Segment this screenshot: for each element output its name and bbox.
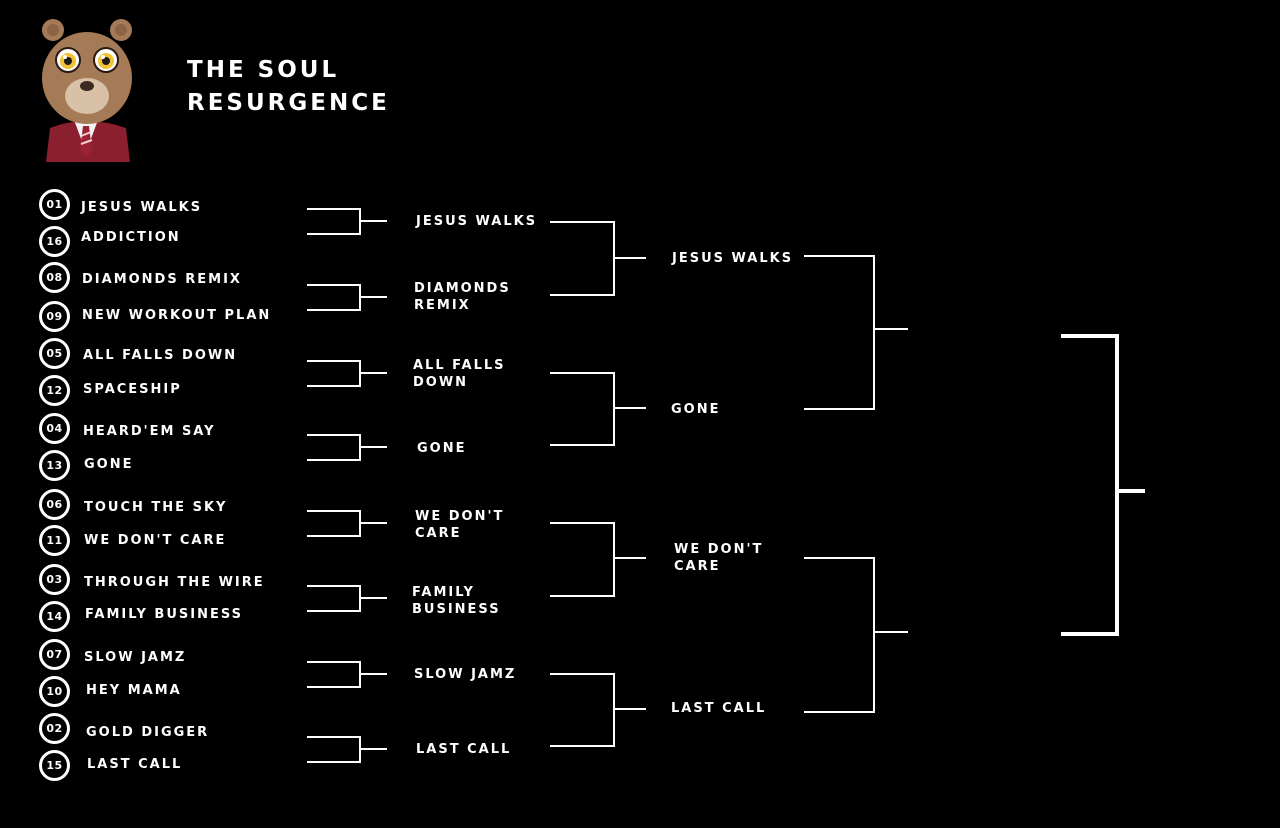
- matchup-connector: [804, 255, 908, 410]
- bracket-lines: [307, 208, 1145, 763]
- matchup-connector: [550, 673, 646, 747]
- round3-entry: LAST CALL: [671, 701, 767, 716]
- matchup-connector: [550, 221, 646, 296]
- round2-entry: LAST CALL: [416, 742, 512, 757]
- matchup-connector: [550, 522, 646, 597]
- matchup-connector: [307, 360, 387, 387]
- round2-entry: JESUS WALKS: [416, 214, 538, 229]
- matchup-connector: [307, 661, 387, 688]
- matchup-connector: [307, 736, 387, 763]
- round2-entry: DIAMONDS REMIX: [414, 281, 511, 313]
- matchup-connector: [307, 284, 387, 311]
- matchup-connector: [307, 434, 387, 461]
- matchup-connector: [307, 510, 387, 537]
- matchup-connector: [307, 208, 387, 235]
- round2-entry: GONE: [417, 441, 467, 456]
- matchup-connector: [804, 557, 908, 713]
- round3-entry: WE DON'T CARE: [674, 542, 764, 574]
- final-connector: [1061, 334, 1145, 636]
- round2-entry: SLOW JAMZ: [414, 667, 517, 682]
- round2-entry: ALL FALLS DOWN: [413, 358, 506, 390]
- round2-entry: FAMILY BUSINESS: [412, 585, 501, 617]
- round3-entry: GONE: [671, 402, 721, 417]
- round2-entry: WE DON'T CARE: [415, 509, 505, 541]
- matchup-connector: [550, 372, 646, 446]
- round3-entry: JESUS WALKS: [672, 251, 794, 266]
- matchup-connector: [307, 585, 387, 612]
